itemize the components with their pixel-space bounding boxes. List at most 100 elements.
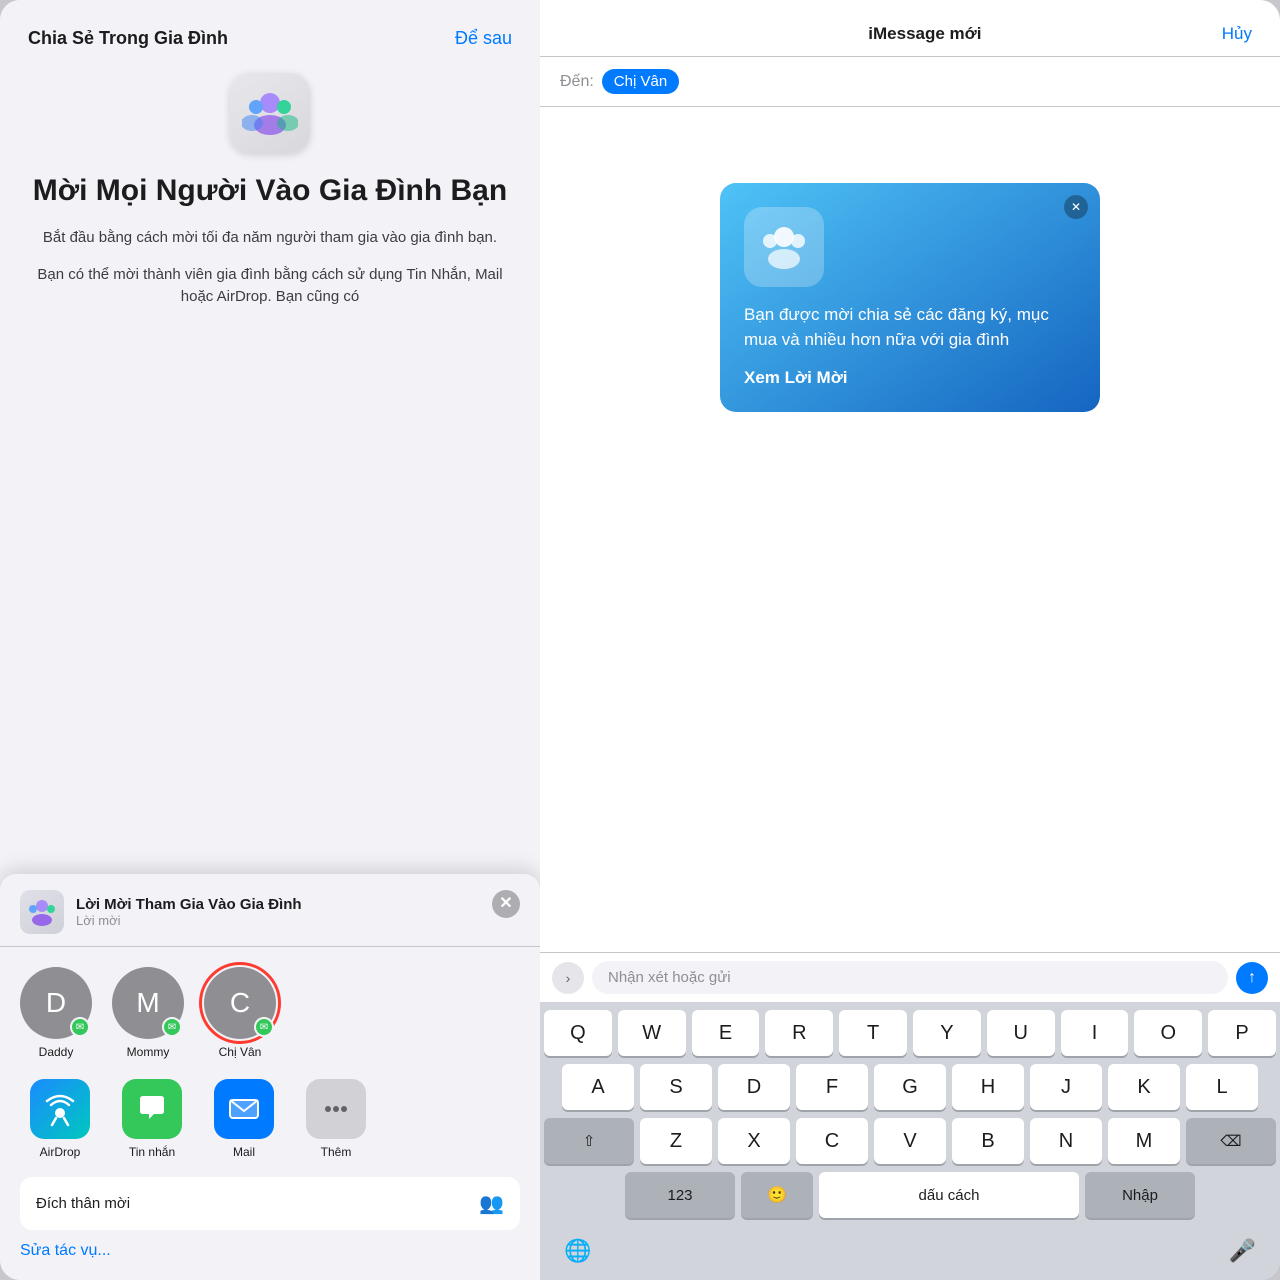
messages-bubble-icon (134, 1091, 170, 1127)
key-w[interactable]: W (618, 1010, 686, 1056)
contact-avatar-chi-van: C ✉ (204, 967, 276, 1039)
key-p[interactable]: P (1208, 1010, 1276, 1056)
keyboard-row-2: A S D F G H J K L (544, 1064, 1276, 1110)
key-space[interactable]: dấu cách (819, 1172, 1079, 1218)
message-card: ✕ Bạn được mời chia sẻ các đăng ký, mục … (720, 183, 1100, 412)
to-row: Đến: Chị Vân (540, 57, 1280, 107)
key-y[interactable]: Y (913, 1010, 981, 1056)
apps-row: AirDrop Tin nhắn Mail (0, 1067, 540, 1167)
right-header: iMessage mới Hủy (540, 0, 1280, 57)
share-sheet-title-area: Lời Mời Tham Gia Vào Gia Đình Lời mời (20, 890, 302, 934)
key-d[interactable]: D (718, 1064, 790, 1110)
family-icon (242, 85, 298, 141)
contact-initial-daddy: D (46, 987, 66, 1019)
family-icon-wrapper (230, 73, 310, 153)
share-sheet-icon (20, 890, 64, 934)
microphone-icon[interactable]: 🎤 (1229, 1238, 1256, 1264)
key-j[interactable]: J (1030, 1064, 1102, 1110)
send-button[interactable]: ↑ (1236, 962, 1268, 994)
messages-icon (122, 1079, 182, 1139)
globe-icon[interactable]: 🌐 (564, 1238, 591, 1264)
app-item-airdrop[interactable]: AirDrop (20, 1079, 100, 1159)
mail-label: Mail (233, 1145, 255, 1159)
chevron-right-icon: › (566, 970, 571, 986)
left-panel: Chia Sẻ Trong Gia Đình Để sau Mời Mọi Ng… (0, 0, 540, 1280)
invite-desc2: Bạn có thể mời thành viên gia đình bằng … (28, 264, 512, 309)
message-input-field[interactable]: Nhận xét hoặc gửi (592, 961, 1228, 994)
bottom-bar: 🌐 🎤 (540, 1230, 1280, 1280)
key-emoji[interactable]: 🙂 (741, 1172, 813, 1218)
contact-item-chi-van[interactable]: C ✉ Chị Vân (204, 967, 276, 1059)
key-u[interactable]: U (987, 1010, 1055, 1056)
card-family-icon (756, 219, 812, 275)
key-numbers[interactable]: 123 (625, 1172, 735, 1218)
view-invite-button[interactable]: Xem Lời Mời (744, 368, 848, 387)
key-n[interactable]: N (1030, 1118, 1102, 1164)
share-sheet-header: Lời Mời Tham Gia Vào Gia Đình Lời mời ✕ (0, 874, 540, 947)
keyboard-row-1: Q W E R T Y U I O P (544, 1010, 1276, 1056)
edit-tasks-link[interactable]: Sửa tác vụ... (20, 1242, 111, 1259)
left-panel-title: Chia Sẻ Trong Gia Đình (28, 28, 228, 49)
key-t[interactable]: T (839, 1010, 907, 1056)
contact-avatar-daddy: D ✉ (20, 967, 92, 1039)
contact-item-mommy[interactable]: M ✉ Mommy (112, 967, 184, 1059)
key-k[interactable]: K (1108, 1064, 1180, 1110)
share-sheet-text: Lời Mời Tham Gia Vào Gia Đình Lời mời (76, 896, 302, 928)
send-arrow-icon: ↑ (1248, 969, 1256, 987)
card-close-button[interactable]: ✕ (1064, 195, 1088, 219)
to-chip[interactable]: Chị Vân (602, 69, 679, 94)
airdrop-label: AirDrop (40, 1145, 81, 1159)
contact-name-mommy: Mommy (127, 1045, 170, 1059)
more-label: Thêm (321, 1145, 352, 1159)
message-area: ✕ Bạn được mời chia sẻ các đăng ký, mục … (540, 107, 1280, 952)
share-sheet-close-button[interactable]: ✕ (492, 890, 520, 918)
contact-name-daddy: Daddy (39, 1045, 74, 1059)
key-b[interactable]: B (952, 1118, 1024, 1164)
key-return[interactable]: Nhập (1085, 1172, 1195, 1218)
key-l[interactable]: L (1186, 1064, 1258, 1110)
key-m[interactable]: M (1108, 1118, 1180, 1164)
share-sheet-subtitle: Lời mời (76, 913, 302, 928)
key-a[interactable]: A (562, 1064, 634, 1110)
key-i[interactable]: I (1061, 1010, 1129, 1056)
key-o[interactable]: O (1134, 1010, 1202, 1056)
key-r[interactable]: R (765, 1010, 833, 1056)
more-icon (306, 1079, 366, 1139)
key-e[interactable]: E (692, 1010, 760, 1056)
key-s[interactable]: S (640, 1064, 712, 1110)
contact-item-daddy[interactable]: D ✉ Daddy (20, 967, 92, 1059)
contacts-row: D ✉ Daddy M ✉ Mommy C (0, 947, 540, 1067)
invite-heading: Mời Mọi Người Vào Gia Đình Bạn (28, 173, 512, 209)
contact-avatar-mommy: M ✉ (112, 967, 184, 1039)
key-g[interactable]: G (874, 1064, 946, 1110)
app-item-mail[interactable]: Mail (204, 1079, 284, 1159)
defer-button[interactable]: Để sau (455, 28, 512, 49)
key-x[interactable]: X (718, 1118, 790, 1164)
share-sheet-title: Lời Mời Tham Gia Vào Gia Đình (76, 896, 302, 913)
key-c[interactable]: C (796, 1118, 868, 1164)
key-delete[interactable]: ⌫ (1186, 1118, 1276, 1164)
personal-label: Đích thân mời (36, 1195, 130, 1212)
expand-button[interactable]: › (552, 962, 584, 994)
cancel-button[interactable]: Hủy (1222, 24, 1252, 44)
personal-row[interactable]: Đích thân mời 👥 (20, 1177, 520, 1230)
key-h[interactable]: H (952, 1064, 1024, 1110)
edit-tasks-area: Sửa tác vụ... (0, 1230, 540, 1268)
left-header: Chia Sẻ Trong Gia Đình Để sau (0, 0, 540, 65)
key-v[interactable]: V (874, 1118, 946, 1164)
airdrop-waves-icon (42, 1091, 78, 1127)
keyboard: Q W E R T Y U I O P A S D F G H J K L ⇧ … (540, 1002, 1280, 1230)
card-text: Bạn được mời chia sẻ các đăng ký, mục mu… (744, 303, 1076, 352)
app-item-more[interactable]: Thêm (296, 1079, 376, 1159)
app-item-messages[interactable]: Tin nhắn (112, 1079, 192, 1159)
key-q[interactable]: Q (544, 1010, 612, 1056)
messages-label: Tin nhắn (129, 1145, 175, 1159)
key-z[interactable]: Z (640, 1118, 712, 1164)
key-f[interactable]: F (796, 1064, 868, 1110)
card-close-icon: ✕ (1071, 200, 1081, 214)
message-input-placeholder: Nhận xét hoặc gửi (608, 969, 731, 986)
personal-icon: 👥 (479, 1191, 504, 1216)
keyboard-row-3: ⇧ Z X C V B N M ⌫ (544, 1118, 1276, 1164)
right-panel-title: iMessage mới (868, 24, 981, 44)
key-shift[interactable]: ⇧ (544, 1118, 634, 1164)
